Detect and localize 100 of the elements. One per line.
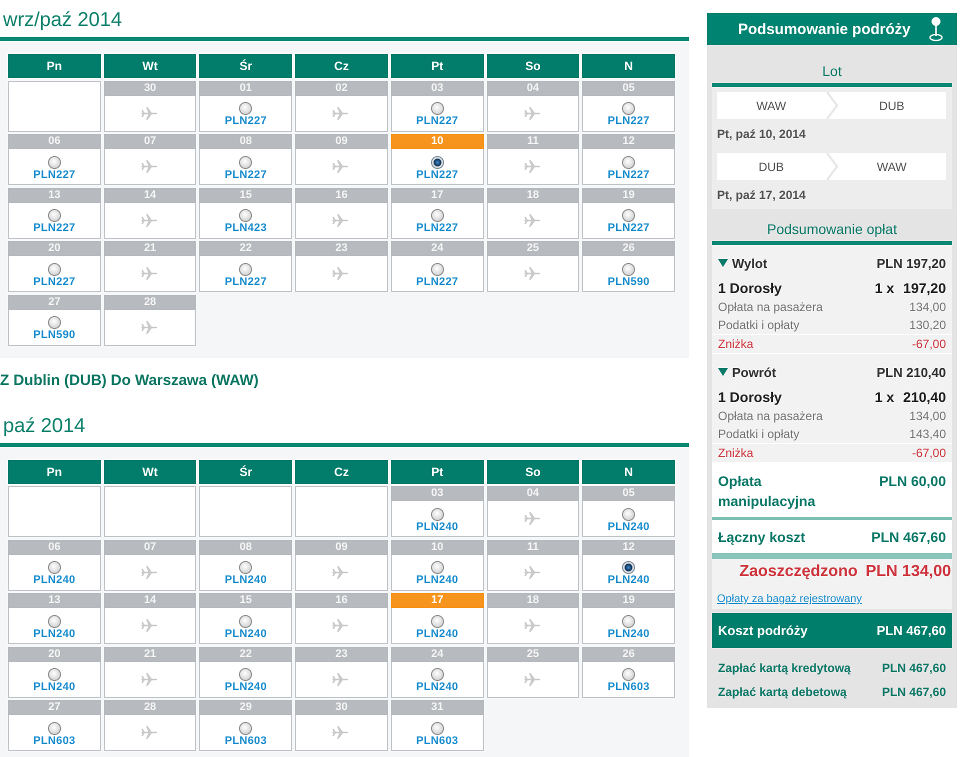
fare-price[interactable]: PLN227 xyxy=(416,222,458,234)
fare-radio[interactable] xyxy=(430,561,444,574)
fare-amount: 197,20 xyxy=(903,279,946,298)
fare-price[interactable]: PLN227 xyxy=(33,222,76,234)
weekday-header: Wt xyxy=(104,460,196,484)
weekday-header: Wt xyxy=(104,54,196,78)
day-number: 01 xyxy=(199,80,292,96)
airport-code: WAW xyxy=(755,98,788,112)
airport-code: DUB xyxy=(878,98,906,112)
fare-radio[interactable] xyxy=(622,102,636,115)
fare-radio[interactable] xyxy=(48,316,61,329)
fare-radio[interactable] xyxy=(48,722,61,734)
payment-option[interactable]: Zapłać kartą debetową xyxy=(718,680,847,704)
fare-price[interactable]: PLN227 xyxy=(416,168,458,180)
fare-price[interactable]: PLN240 xyxy=(416,574,458,586)
fare-price[interactable]: PLN240 xyxy=(608,628,650,640)
chevron-icon xyxy=(826,153,838,180)
fare-price[interactable]: PLN590 xyxy=(608,276,650,288)
weekday-header: Śr xyxy=(199,54,292,78)
day-number: 06 xyxy=(8,134,101,149)
fare-radio[interactable] xyxy=(622,262,636,276)
fee-amount: -67,00 xyxy=(912,336,946,353)
fare-radio[interactable] xyxy=(430,668,444,681)
airplane-icon xyxy=(332,160,350,173)
fare-radio[interactable] xyxy=(430,614,444,628)
fare-radio[interactable] xyxy=(48,561,61,574)
fare-radio[interactable] xyxy=(430,209,444,222)
fare-radio[interactable] xyxy=(622,508,636,520)
day-number: 12 xyxy=(582,134,675,149)
fare-radio[interactable] xyxy=(48,614,61,628)
day-number: 24 xyxy=(390,646,484,662)
fare-radio[interactable] xyxy=(430,102,444,115)
segment-toggle[interactable]: Powrót xyxy=(718,364,776,380)
fare-radio[interactable] xyxy=(430,508,444,520)
map-pin-icon xyxy=(929,16,943,42)
airplane-icon xyxy=(524,619,542,632)
weekday-header: Cz xyxy=(295,54,388,78)
weekday-header: Śr xyxy=(199,460,292,484)
fare-radio[interactable] xyxy=(622,561,636,574)
fare-radio[interactable] xyxy=(239,156,252,168)
handling-fee-amount: PLN 60,00 xyxy=(879,472,946,491)
fare-price[interactable]: PLN590 xyxy=(33,329,76,341)
fare-radio[interactable] xyxy=(622,614,636,628)
segment-toggle[interactable]: Wylot xyxy=(718,256,768,270)
fare-price[interactable]: PLN227 xyxy=(33,276,76,288)
payment-option[interactable]: Zapłać kartą kredytową xyxy=(718,656,851,680)
fare-price[interactable]: PLN240 xyxy=(33,681,76,693)
fare-radio[interactable] xyxy=(239,262,252,276)
fare-radio[interactable] xyxy=(48,668,61,681)
fare-price[interactable]: PLN240 xyxy=(224,574,267,586)
weekday-header: Pt xyxy=(390,460,484,484)
fee-amount: 143,40 xyxy=(909,426,946,443)
day-number: 25 xyxy=(486,241,580,256)
fare-price[interactable]: PLN227 xyxy=(608,115,650,127)
fare-price[interactable]: PLN227 xyxy=(33,168,76,180)
fare-radio[interactable] xyxy=(430,722,444,734)
airplane-icon xyxy=(524,566,542,578)
fare-radio[interactable] xyxy=(239,209,252,222)
fare-radio[interactable] xyxy=(48,209,61,222)
fare-price[interactable]: PLN423 xyxy=(224,222,267,234)
fare-price[interactable]: PLN227 xyxy=(224,168,267,180)
fare-price[interactable]: PLN603 xyxy=(224,734,267,746)
fare-price[interactable]: PLN227 xyxy=(416,115,458,127)
day-number: 07 xyxy=(104,134,196,149)
fee-label: Opłata na pasażera xyxy=(718,408,823,425)
fare-price[interactable]: PLN240 xyxy=(33,628,76,640)
airport-code: DUB xyxy=(758,160,785,174)
fare-radio[interactable] xyxy=(239,722,252,734)
airplane-icon xyxy=(141,320,160,334)
baggage-fees-link[interactable]: Opłaty za bagaż rejestrowany xyxy=(717,592,862,606)
day-number: 26 xyxy=(582,241,675,256)
fare-price[interactable]: PLN240 xyxy=(608,520,650,532)
fare-price[interactable]: PLN603 xyxy=(33,734,76,746)
fare-price[interactable]: PLN240 xyxy=(416,681,458,693)
fare-price[interactable]: PLN240 xyxy=(33,574,76,586)
fare-price[interactable]: PLN227 xyxy=(224,276,267,288)
fare-radio[interactable] xyxy=(430,156,444,168)
fare-radio[interactable] xyxy=(239,614,252,628)
fare-radio[interactable] xyxy=(622,156,636,168)
fare-price[interactable]: PLN603 xyxy=(416,734,458,746)
fare-price[interactable]: PLN227 xyxy=(608,222,650,234)
fare-radio[interactable] xyxy=(239,668,252,681)
fare-price[interactable]: PLN227 xyxy=(416,276,458,288)
savings-label: Zaoszczędzono xyxy=(739,562,858,582)
fare-radio[interactable] xyxy=(622,668,636,681)
day-number: 25 xyxy=(486,646,580,662)
fare-radio[interactable] xyxy=(48,262,61,276)
fare-radio[interactable] xyxy=(239,561,252,574)
fare-price[interactable]: PLN603 xyxy=(608,681,650,693)
fare-radio[interactable] xyxy=(239,102,252,115)
fare-price[interactable]: PLN240 xyxy=(416,520,458,532)
fare-price[interactable]: PLN240 xyxy=(608,574,650,586)
fare-price[interactable]: PLN227 xyxy=(224,115,267,127)
fare-radio[interactable] xyxy=(430,262,444,276)
fare-radio[interactable] xyxy=(622,209,636,222)
fare-price[interactable]: PLN240 xyxy=(416,628,458,640)
fare-radio[interactable] xyxy=(48,156,61,168)
fare-price[interactable]: PLN240 xyxy=(224,628,267,640)
fare-price[interactable]: PLN240 xyxy=(224,681,267,693)
fare-price[interactable]: PLN227 xyxy=(608,168,650,180)
